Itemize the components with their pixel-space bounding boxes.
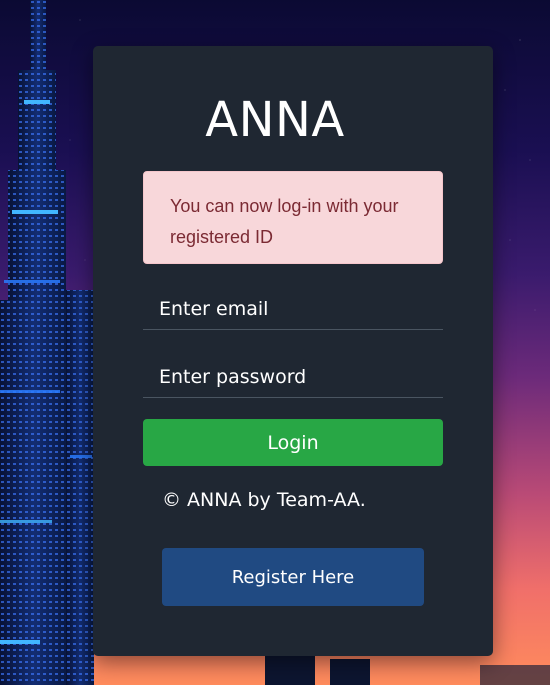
alert-message: You can now log-in with your registered … <box>170 196 399 247</box>
login-button[interactable]: Login <box>143 419 443 466</box>
register-button[interactable]: Register Here <box>162 548 424 606</box>
footer-credit: © ANNA by Team-AA. <box>162 489 366 511</box>
brand-title: ANNA <box>205 92 345 148</box>
email-field[interactable] <box>143 289 443 330</box>
password-field[interactable] <box>143 357 443 398</box>
success-alert: You can now log-in with your registered … <box>143 171 443 264</box>
